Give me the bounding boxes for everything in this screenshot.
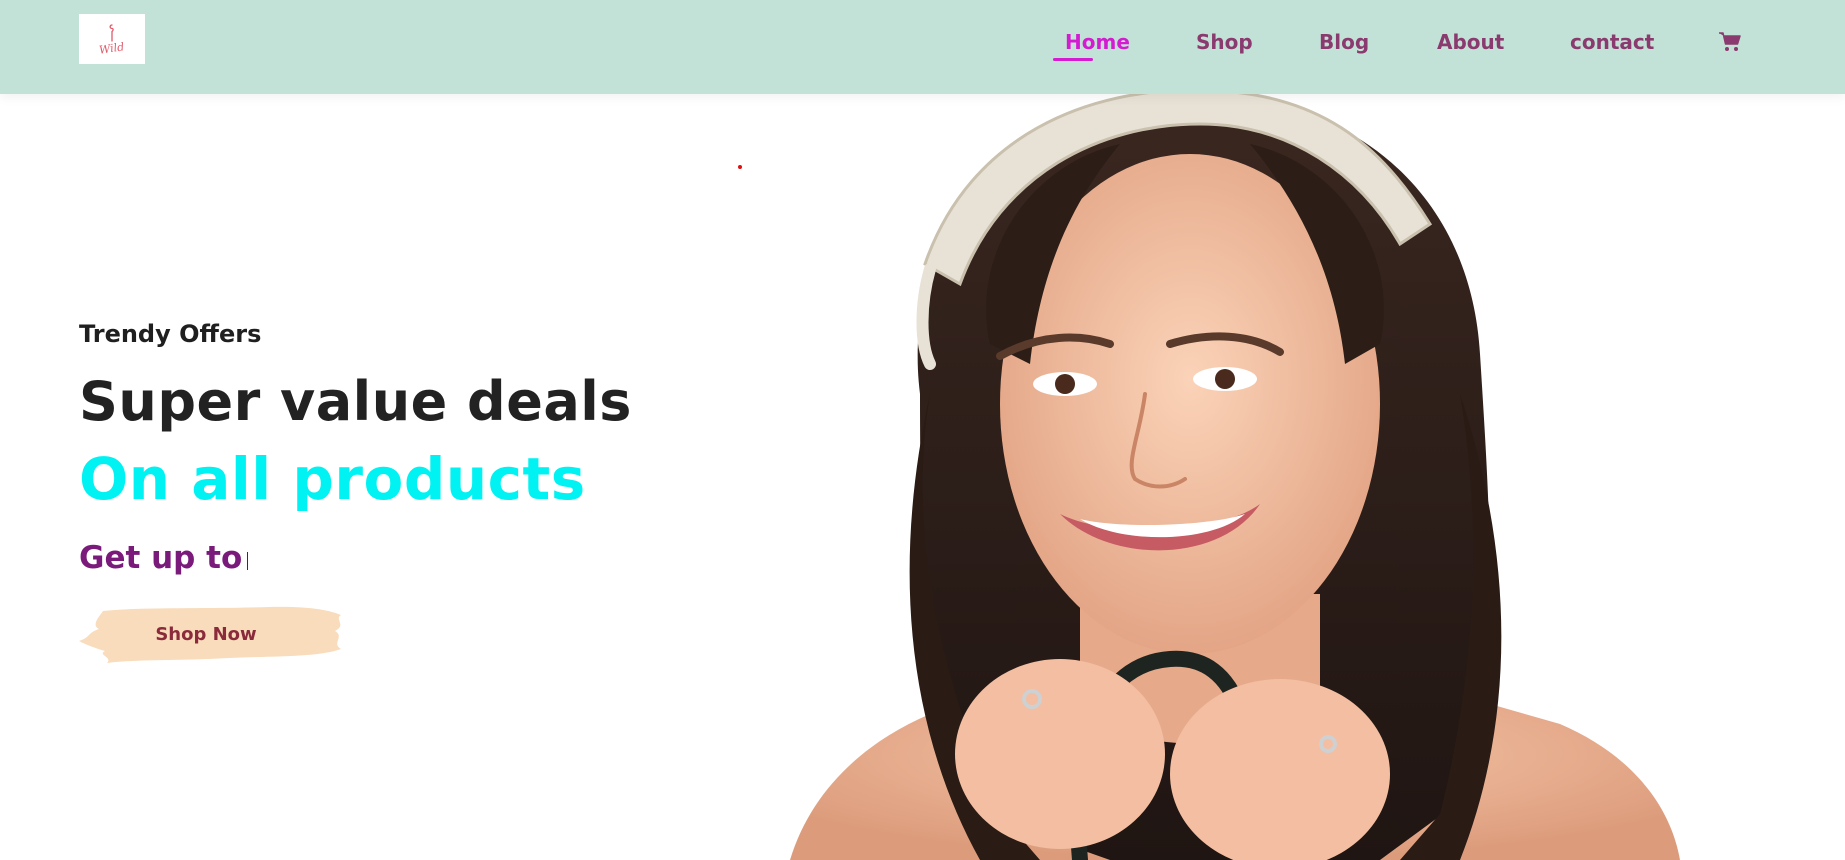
hero-tagline: Trendy Offers bbox=[79, 320, 262, 348]
hero-subheadline: On all products bbox=[79, 445, 586, 513]
hero-headline: Super value deals bbox=[79, 370, 632, 433]
typing-caret bbox=[247, 552, 249, 570]
nav-active-underline bbox=[1053, 58, 1093, 61]
logo-text: Wild bbox=[98, 40, 126, 57]
nav-blog[interactable]: Blog bbox=[1319, 30, 1369, 54]
nav-shop[interactable]: Shop bbox=[1196, 30, 1253, 54]
site-header: Wild Home Shop Blog About contact bbox=[0, 0, 1845, 94]
shop-now-button[interactable]: Shop Now bbox=[79, 603, 351, 665]
nav-about[interactable]: About bbox=[1437, 30, 1504, 54]
brand-logo[interactable]: Wild bbox=[79, 14, 145, 64]
shop-now-label: Shop Now bbox=[155, 623, 257, 645]
nav-home[interactable]: Home bbox=[1065, 30, 1130, 54]
shopping-cart-icon[interactable] bbox=[1718, 31, 1742, 53]
hero-offer-text: Get up to bbox=[79, 540, 243, 576]
nav-contact[interactable]: contact bbox=[1570, 30, 1654, 54]
hero-image bbox=[780, 94, 1710, 860]
hanger-icon bbox=[109, 24, 114, 42]
decorative-dot bbox=[738, 165, 742, 169]
hero-offer: Get up to bbox=[79, 540, 249, 576]
